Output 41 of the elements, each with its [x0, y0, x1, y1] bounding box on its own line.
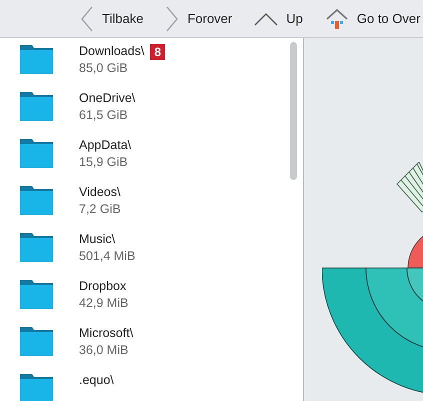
folder-row[interactable]: Dropbox 42,9 MiB [0, 278, 303, 325]
folder-icon [20, 139, 53, 168]
toolbar-button[interactable]: Tilbake [80, 4, 144, 32]
folder-size: 36,0 MiB [79, 342, 130, 359]
chevron-right-icon [165, 4, 180, 32]
folder-row[interactable]: OneDrive\ 61,5 GiB [0, 90, 303, 137]
folder-name: Videos\ [79, 184, 120, 201]
folder-size: 85,0 GiB [79, 60, 129, 77]
folder-icon [20, 233, 53, 262]
home-icon [324, 8, 349, 30]
folder-icon [20, 374, 53, 401]
folder-icon [20, 280, 53, 309]
folder-name: AppData\ [79, 137, 132, 154]
folder-size: 15,9 GiB [79, 154, 129, 171]
folder-name: Microsoft\ [79, 325, 134, 342]
folder-name: Dropbox [79, 278, 126, 295]
folder-icon [20, 327, 53, 356]
folder-icon [20, 92, 53, 121]
folder-icon [20, 186, 53, 215]
folder-row[interactable]: AppData\ 15,9 GiB [0, 137, 303, 184]
chevron-up-icon [254, 12, 278, 26]
count-badge: 8 [150, 44, 166, 60]
toolbar-button[interactable]: Forover [165, 4, 232, 32]
folder-name: .equo\ [79, 372, 114, 389]
folder-size: 42,9 MiB [79, 295, 128, 312]
folder-size: 7,2 GiB [79, 201, 121, 218]
toolbar-button[interactable]: Go to Over [324, 8, 420, 30]
folder-name: OneDrive\ [79, 90, 136, 107]
folder-row[interactable]: Music\ 501,4 MiB [0, 231, 303, 278]
folder-row[interactable]: .equo\ [0, 372, 303, 401]
folder-size: 501,4 MiB [79, 248, 136, 265]
toolbar-button[interactable]: Up [254, 8, 303, 28]
folder-icon [20, 45, 53, 74]
folder-row[interactable]: Microsoft\ 36,0 MiB [0, 325, 303, 372]
folder-name: Downloads\ [79, 43, 144, 60]
chevron-left-icon [80, 4, 94, 32]
folder-name: Music\ [79, 231, 116, 248]
scrollbar-thumb[interactable] [290, 42, 297, 180]
folder-row[interactable]: Videos\ 7,2 GiB [0, 184, 303, 231]
folder-row[interactable]: Downloads\ 8 85,0 GiB [0, 43, 303, 90]
folder-size: 61,5 GiB [79, 107, 129, 124]
